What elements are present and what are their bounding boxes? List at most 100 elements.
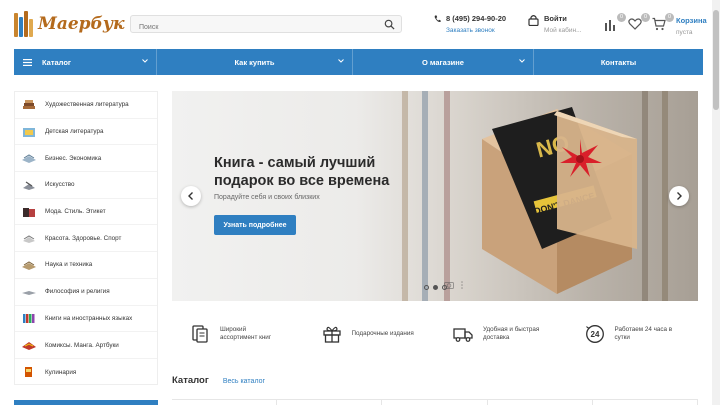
slider-controls (444, 281, 464, 289)
scrollbar-thumb[interactable] (713, 10, 719, 110)
science-book-icon (21, 259, 37, 271)
cart-button[interactable]: 0 (652, 13, 674, 31)
books-stack-icon (21, 99, 37, 111)
more-vertical-icon[interactable] (460, 281, 464, 289)
search-box[interactable] (130, 15, 402, 36)
sidebar-item-label: Бизнес. Экономика (45, 154, 102, 162)
all-catalog-link[interactable]: Весь каталог (223, 378, 265, 385)
catalog-cell[interactable] (172, 399, 278, 405)
sidebar-item-foreign[interactable]: Книги на иностранных языках (15, 306, 157, 333)
feature-text-line: Удобная и быстрая (483, 325, 540, 333)
nav-about-label: О магазине (422, 57, 464, 67)
feature-text-line: Подарочные издания (351, 329, 414, 337)
sidebar-item-philosophy[interactable]: Философия и религия (15, 279, 157, 306)
gift-icon (322, 326, 341, 343)
sidebar-item-label: Искусство (45, 181, 75, 189)
sidebar-item-business[interactable]: Бизнес. Экономика (15, 145, 157, 173)
camera-icon[interactable] (444, 281, 454, 289)
compare-bars-icon (605, 20, 615, 31)
cooking-book-icon (21, 366, 37, 378)
sidebar-item-fashion[interactable]: Мода. Стиль. Этикет (15, 199, 157, 226)
logo-text: Маербук (38, 14, 125, 34)
compare-count-badge: 0 (617, 13, 626, 22)
cart-status: пуста (676, 29, 693, 36)
sidebar-item-label: Красота. Здоровье. Спорт (45, 234, 122, 242)
chevron-down-icon (519, 59, 525, 63)
phone-number[interactable]: 8 (495) 294-90-20 (446, 14, 506, 23)
nav-catalog[interactable]: Каталог (14, 49, 157, 75)
login-sub[interactable]: Мой кабин... (544, 27, 582, 34)
sidebar-item-label: Мода. Стиль. Этикет (45, 208, 106, 216)
sidebar-next-block (14, 400, 158, 405)
nav-how-to-buy[interactable]: Как купить (157, 49, 353, 75)
feature-gift-editions: Подарочные издания (304, 316, 436, 352)
sidebar-item-art[interactable]: Искусство (15, 172, 157, 199)
chevron-down-icon (142, 59, 148, 63)
lock-icon (528, 15, 539, 26)
cart-summary[interactable]: Корзина пуста (676, 16, 707, 36)
feature-text-line: доставка (483, 334, 510, 341)
art-book-icon (21, 179, 37, 191)
site-logo[interactable]: Маербук (14, 10, 125, 38)
learn-more-button[interactable]: Узнать подробнее (214, 215, 296, 235)
search-icon[interactable] (384, 19, 395, 30)
sidebar-item-label: Книги на иностранных языках (45, 314, 133, 322)
slider-dot[interactable] (433, 285, 438, 290)
login-block[interactable]: Войти Мой кабин... (528, 14, 582, 34)
nav-about[interactable]: О магазине (353, 49, 534, 75)
feature-assortment: Широкий ассортимент книг (172, 316, 304, 352)
promo-banner: NO DON'T DANCE Книга - самый лучший пода… (172, 91, 698, 301)
banner-title-line: подарок во все времена (214, 173, 390, 189)
sidebar-item-comics[interactable]: Комиксы. Манга. Артбуки (15, 332, 157, 359)
sidebar-item-cooking[interactable]: Кулинария (15, 359, 157, 386)
sidebar-item-label: Художественная литература (45, 101, 129, 109)
prev-slide-button[interactable] (181, 186, 201, 206)
login-title[interactable]: Войти (544, 14, 582, 23)
shelf-decoration (444, 91, 450, 301)
shelf-decoration (662, 91, 668, 301)
page-scrollbar[interactable] (712, 0, 720, 405)
search-input[interactable] (131, 19, 371, 36)
feature-text-line: Работаем 24 часа в (614, 325, 673, 333)
catalog-cell[interactable] (488, 399, 593, 405)
chevron-left-icon (188, 192, 193, 200)
catalog-grid (172, 399, 699, 405)
callback-link[interactable]: Заказать звонок (446, 27, 506, 34)
sidebar-item-label: Кулинария (45, 368, 77, 376)
svg-text:24: 24 (590, 330, 599, 339)
catalog-cell[interactable] (593, 399, 699, 405)
nav-how-to-buy-label: Как купить (234, 57, 275, 67)
next-slide-button[interactable] (669, 186, 689, 206)
phone-block: 8 (495) 294-90-20 Заказать звонок (434, 14, 506, 34)
kids-book-icon (21, 126, 37, 138)
chevron-right-icon (677, 192, 682, 200)
catalog-cell[interactable] (277, 399, 383, 405)
logo-books-icon (14, 11, 34, 37)
gift-box-illustration: NO DON'T DANCE (482, 107, 637, 294)
sidebar-item-beauty[interactable]: Красота. Здоровье. Спорт (15, 225, 157, 253)
feature-delivery: Удобная и быстрая доставка (435, 316, 567, 352)
sidebar-item-kids[interactable]: Детская литература (15, 119, 157, 146)
compare-button[interactable]: 0 (604, 13, 626, 31)
shelf-decoration (402, 91, 408, 301)
fashion-book-icon (21, 206, 37, 218)
hamburger-icon (23, 58, 32, 66)
beauty-book-icon (21, 232, 37, 244)
banner-subtitle: Порадуйте себя и своих близких (214, 194, 320, 201)
sidebar-item-fiction[interactable]: Художественная литература (15, 92, 157, 119)
comics-icon (21, 339, 37, 351)
favorites-button[interactable]: 0 (628, 13, 650, 31)
foreign-books-icon (21, 312, 37, 324)
slider-dot[interactable] (424, 285, 429, 290)
catalog-cell[interactable] (382, 399, 488, 405)
cart-title[interactable]: Корзина (676, 16, 707, 25)
banner-title: Книга - самый лучший подарок во все врем… (214, 154, 414, 190)
clock-24-icon: 24 (585, 325, 604, 343)
phone-icon (434, 15, 441, 22)
nav-contacts[interactable]: Контакты (534, 49, 703, 75)
sidebar-item-label: Философия и религия (45, 288, 110, 296)
site-header: Маербук 8 (495) 294-90-20 Заказать звоно… (0, 0, 712, 48)
feature-24-hours: 24 Работаем 24 часа в сутки (567, 316, 699, 352)
heart-icon (628, 18, 642, 30)
sidebar-item-science[interactable]: Наука и техника (15, 252, 157, 279)
